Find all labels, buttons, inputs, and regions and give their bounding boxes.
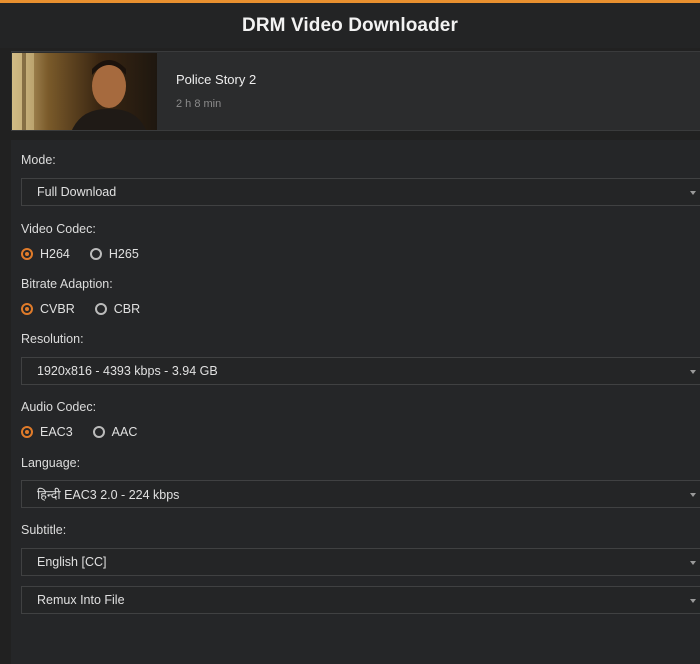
media-card: Police Story 2 2 h 8 min xyxy=(11,51,700,131)
audio-codec-radio-aac[interactable]: AAC xyxy=(92,425,137,439)
language-select[interactable]: हिन्दी EAC3 2.0 - 224 kbps xyxy=(21,480,700,508)
radio-unchecked-icon xyxy=(89,248,102,260)
media-duration: 2 h 8 min xyxy=(176,98,222,110)
bitrate-label: Bitrate Adaption: xyxy=(21,277,113,291)
output-select-value: Remux Into File xyxy=(37,593,125,607)
audio-codec-label: Audio Codec: xyxy=(21,400,97,414)
subtitle-select-value: English [CC] xyxy=(37,555,107,569)
mode-select-value: Full Download xyxy=(37,185,117,199)
radio-checked-icon xyxy=(21,426,33,438)
language-label: Language: xyxy=(21,456,81,470)
bitrate-radio-group: CVBR CBR xyxy=(21,299,160,319)
output-select[interactable]: Remux Into File xyxy=(21,586,700,614)
bitrate-radio-cbr[interactable]: CBR xyxy=(94,302,140,316)
mode-label: Mode: xyxy=(21,153,56,167)
chevron-down-icon xyxy=(690,493,696,497)
resolution-select-value: 1920x816 - 4393 kbps - 3.94 GB xyxy=(37,364,218,378)
video-codec-radio-h264[interactable]: H264 xyxy=(21,247,70,261)
subtitle-select[interactable]: English [CC] xyxy=(21,548,700,576)
chevron-down-icon xyxy=(690,561,696,565)
mode-select[interactable]: Full Download xyxy=(21,178,700,206)
radio-unchecked-icon xyxy=(94,303,107,315)
app-title: DRM Video Downloader xyxy=(242,14,458,36)
resolution-label: Resolution: xyxy=(21,332,84,346)
radio-checked-icon xyxy=(21,303,33,315)
chevron-down-icon xyxy=(690,191,696,195)
subtitle-label: Subtitle: xyxy=(21,523,67,537)
media-thumbnail xyxy=(12,53,157,130)
video-codec-radio-group: H264 H265 xyxy=(21,244,159,264)
video-codec-label: Video Codec: xyxy=(21,222,96,236)
chevron-down-icon xyxy=(690,370,696,374)
audio-codec-radio-group: EAC3 AAC xyxy=(21,422,157,442)
language-select-value: हिन्दी EAC3 2.0 - 224 kbps xyxy=(37,487,180,502)
chevron-down-icon xyxy=(690,599,696,603)
radio-unchecked-icon xyxy=(92,426,105,438)
resolution-select[interactable]: 1920x816 - 4393 kbps - 3.94 GB xyxy=(21,357,700,385)
audio-codec-radio-eac3[interactable]: EAC3 xyxy=(21,425,73,439)
video-codec-radio-h265[interactable]: H265 xyxy=(89,247,139,261)
bitrate-radio-cvbr[interactable]: CVBR xyxy=(21,302,75,316)
radio-checked-icon xyxy=(21,248,33,260)
media-title: Police Story 2 xyxy=(176,72,257,87)
title-bar: DRM Video Downloader xyxy=(0,3,700,48)
